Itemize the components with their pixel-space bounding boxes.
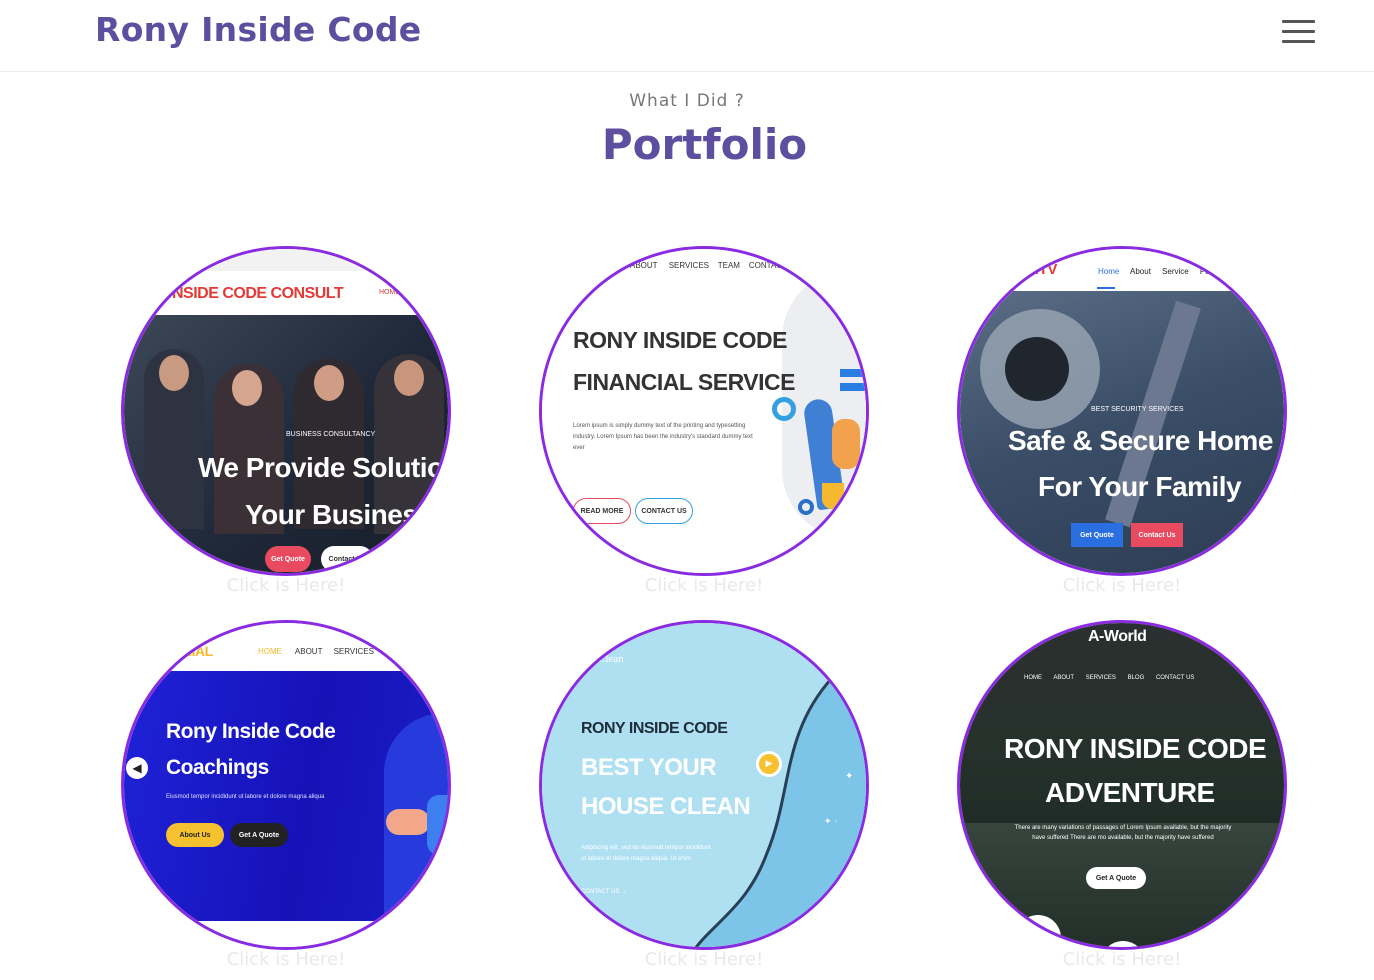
screenshot-headline: RONY INSIDE CODE — [1004, 733, 1267, 764]
wave-shape — [694, 631, 866, 947]
screenshot-nav: Home About Service Pages — [1098, 267, 1223, 276]
section-title: Portfolio — [601, 120, 808, 169]
arrow-left-icon: ◀ — [126, 757, 148, 779]
screenshot-headline: FINANCIAL SERVICE — [573, 369, 795, 395]
portfolio-thumbnail[interactable]: A-World HOME ABOUT SERVICES BLOG CONTACT… — [957, 620, 1287, 950]
portfolio-link[interactable]: Click is Here! — [539, 949, 869, 970]
screenshot-contact-button: Contact Us — [1131, 523, 1183, 547]
screenshot-headline: We Provide Solution On — [198, 452, 451, 483]
screenshot-nav-item: SERVICES — [333, 647, 374, 656]
screenshot-quote-button: Get A Quote — [1086, 867, 1146, 889]
screenshot-quote-button: Get A Quote — [230, 823, 288, 847]
screenshot-tag: BUSINESS CONSULTANCY — [286, 431, 376, 438]
screenshot-nav-item: CONTACT US — [1155, 675, 1195, 681]
sparkle-icon: ✦ · — [824, 817, 838, 827]
portfolio-link[interactable]: Click is Here! — [121, 575, 451, 596]
portfolio-card: A-World HOME ABOUT SERVICES BLOG CONTACT… — [957, 620, 1287, 980]
screenshot-read-more-button: READ MORE — [573, 498, 631, 524]
arrow-right-icon: → — [621, 889, 628, 895]
portfolio-card: NSIDE CODE CONSULT HOME BUSINESS CONSULT… — [121, 246, 451, 606]
portfolio-card: ITV Home About Service Pages BEST SECURI… — [957, 246, 1287, 606]
screenshot-logo: NIAL — [182, 643, 213, 659]
screenshot-quote-button: Get Quote — [1071, 523, 1123, 547]
screenshot-nav-item: BLOG — [1127, 675, 1145, 681]
screenshot-nav-item: CONTACT US — [748, 261, 801, 270]
screenshot-nav-item: SERVICES — [1085, 675, 1116, 681]
screenshot-nav: HOME ABOUT SERVICES BLOG CONTACT US — [1024, 675, 1194, 681]
screenshot-body: Lorem ipsum is simply dummy text of the … — [573, 423, 753, 451]
screenshot-logo: Clean — [598, 653, 624, 665]
sparkle-icon: ✦ — [845, 771, 854, 782]
screenshot-contact-link: CONTACT US → — [581, 889, 627, 895]
screenshot-headline: BEST YOUR — [581, 754, 717, 781]
play-icon: ▶ — [756, 751, 782, 777]
screenshot-nav-item: Service — [1162, 267, 1189, 276]
navbar: Rony Inside Code — [0, 0, 1374, 72]
website-screenshot: ABOUT SERVICES TEAM CONTACT US RONY INSI… — [542, 249, 866, 573]
screenshot-nav-item: HOME — [258, 647, 282, 656]
screenshot-headline: For Your Family — [1038, 471, 1242, 502]
screenshot-nav-item: SERVICES — [668, 261, 709, 270]
screenshot-logo: A-World — [1088, 628, 1147, 645]
screenshot-nav-item: ABOUT — [630, 261, 658, 270]
website-screenshot: NIAL HOME ABOUT SERVICES BLO ◀ Rony Insi… — [124, 623, 448, 947]
screenshot-nav-item: ABOUT — [294, 647, 323, 656]
screenshot-body: Adipiscing elit, sed do eiusmod tempor i… — [581, 845, 711, 862]
screenshot-headline: Your Business — [245, 499, 433, 530]
screenshot-logo: ITV — [1035, 261, 1057, 278]
screenshot-nav: HOME ABOUT SERVICES BLO — [258, 647, 399, 656]
portfolio-thumbnail[interactable]: NIAL HOME ABOUT SERVICES BLO ◀ Rony Insi… — [121, 620, 451, 950]
screenshot-body: Eiusmod tempor incididunt ut labore et d… — [166, 794, 325, 800]
menu-icon-bar — [1282, 20, 1315, 23]
brand-logo[interactable]: Rony Inside Code — [95, 10, 422, 49]
screenshot-contact-button: CONTACT US — [635, 498, 693, 524]
screenshot-contact-button: Contact Us — [321, 546, 373, 572]
portfolio-thumbnail[interactable]: ITV Home About Service Pages BEST SECURI… — [957, 246, 1287, 576]
portfolio-card: Clean ▶ ✦ ✦ · RONY INSIDE CODE BEST YOUR… — [539, 620, 869, 980]
portfolio-link[interactable]: Click is Here! — [957, 575, 1287, 596]
screenshot-nav-item: BLO — [382, 647, 399, 656]
section-subtitle: What I Did ? — [629, 91, 745, 111]
portfolio-card: NIAL HOME ABOUT SERVICES BLO ◀ Rony Insi… — [121, 620, 451, 980]
screenshot-body: There are many variations of passages of… — [1014, 825, 1232, 841]
menu-icon-bar — [1282, 40, 1315, 43]
screenshot-tag: BEST SECURITY SERVICES — [1091, 406, 1184, 413]
screenshot-headline: ADVENTURE — [1045, 777, 1215, 808]
screenshot-nav-item: Home — [1098, 267, 1120, 276]
menu-icon[interactable] — [1282, 20, 1315, 45]
website-screenshot: Clean ▶ ✦ ✦ · RONY INSIDE CODE BEST YOUR… — [542, 623, 866, 947]
portfolio-thumbnail[interactable]: ABOUT SERVICES TEAM CONTACT US RONY INSI… — [539, 246, 869, 576]
portfolio-link[interactable]: Click is Here! — [539, 575, 869, 596]
screenshot-nav-item: TEAM — [717, 261, 740, 270]
portfolio-link[interactable]: Click is Here! — [121, 949, 451, 970]
website-screenshot: ITV Home About Service Pages BEST SECURI… — [960, 249, 1284, 573]
screenshot-headline: Safe & Secure Home — [1008, 425, 1273, 456]
screenshot-quote-button: Get Quote — [265, 546, 311, 572]
menu-icon-bar — [1282, 30, 1315, 33]
screenshot-nav-item: About — [1130, 267, 1151, 276]
screenshot-nav: ABOUT SERVICES TEAM CONTACT US — [630, 261, 800, 270]
screenshot-headline: Rony Inside Code — [166, 720, 336, 743]
screenshot-headline: RONY INSIDE CODE — [573, 327, 787, 353]
portfolio-link[interactable]: Click is Here! — [957, 949, 1287, 970]
portfolio-card: ABOUT SERVICES TEAM CONTACT US RONY INSI… — [539, 246, 869, 606]
screenshot-headline: RONY INSIDE CODE — [581, 720, 728, 737]
portfolio-thumbnail[interactable]: NSIDE CODE CONSULT HOME BUSINESS CONSULT… — [121, 246, 451, 576]
website-screenshot: A-World HOME ABOUT SERVICES BLOG CONTACT… — [960, 623, 1284, 947]
screenshot-nav-item: ABOUT — [1053, 675, 1075, 681]
screenshot-nav-item: Pages — [1199, 267, 1223, 276]
portfolio-thumbnail[interactable]: Clean ▶ ✦ ✦ · RONY INSIDE CODE BEST YOUR… — [539, 620, 869, 950]
screenshot-logo: NSIDE CODE CONSULT — [172, 285, 344, 302]
screenshot-nav-item: HOME — [1024, 675, 1042, 681]
screenshot-nav-home: HOME — [379, 289, 400, 296]
screenshot-about-button: About Us — [166, 823, 224, 847]
screenshot-headline: HOUSE CLEAN — [581, 793, 751, 820]
screenshot-headline: Coachings — [166, 756, 269, 779]
website-screenshot: NSIDE CODE CONSULT HOME BUSINESS CONSULT… — [124, 249, 448, 573]
screenshot-contact-label: CONTACT US — [581, 889, 620, 895]
